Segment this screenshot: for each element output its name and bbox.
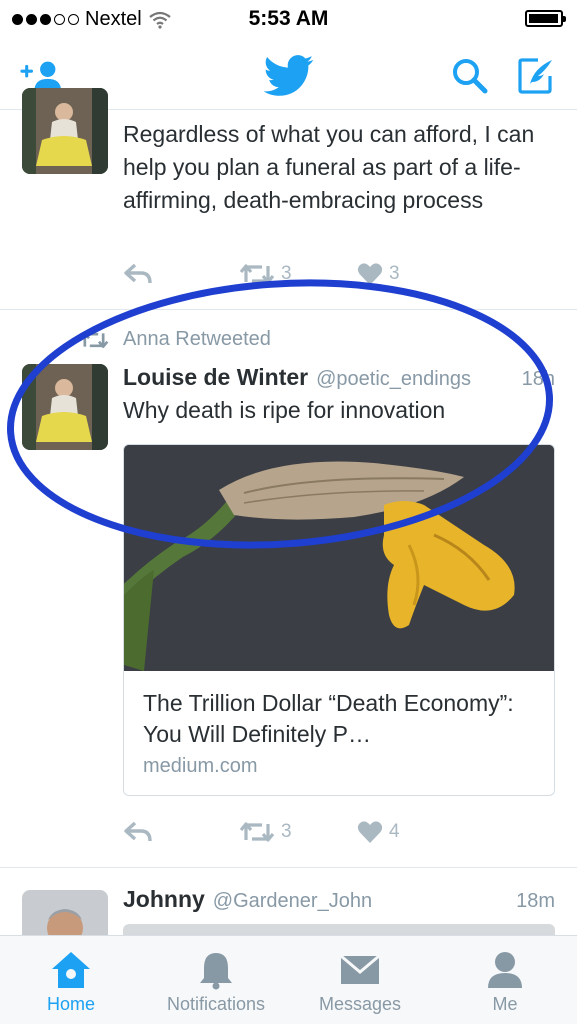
- reply-icon: [124, 263, 152, 284]
- reply-button[interactable]: [123, 821, 239, 843]
- tweet-item[interactable]: Johnny @Gardener_John 18m: [0, 868, 577, 935]
- like-button[interactable]: 4: [357, 820, 400, 844]
- compose-tweet-button[interactable]: [514, 54, 558, 98]
- battery-icon: [525, 10, 566, 27]
- clock: 5:53 AM: [248, 7, 329, 30]
- retweet-icon: [239, 822, 275, 842]
- avatar-photo: [22, 364, 108, 450]
- tweet-header: Louise de Winter @poetic_endings 18h: [123, 364, 555, 391]
- author-handle[interactable]: @poetic_endings: [316, 368, 471, 391]
- heart-icon: [357, 263, 383, 285]
- tweet-actions: 3 3: [123, 262, 400, 286]
- tab-label: Notifications: [166, 994, 266, 1014]
- tweet-item[interactable]: Regardless of what you can afford, I can…: [0, 88, 577, 310]
- tweet-actions: 3 4: [123, 820, 400, 844]
- heart-icon: [357, 821, 383, 843]
- link-card[interactable]: The Trillion Dollar “Death Economy”: You…: [123, 444, 555, 796]
- retweet-button[interactable]: 3: [239, 262, 357, 286]
- tweet-time: 18m: [516, 890, 555, 912]
- search-icon: [453, 59, 488, 94]
- like-count: 3: [389, 263, 400, 284]
- tweet-text: Regardless of what you can afford, I can…: [123, 121, 535, 213]
- retweet-count: 3: [281, 821, 292, 842]
- author-handle[interactable]: @Gardener_John: [213, 890, 372, 913]
- avatar[interactable]: [22, 364, 108, 450]
- avatar[interactable]: [22, 890, 108, 935]
- avatar[interactable]: [22, 88, 108, 174]
- tab-home[interactable]: Home: [1, 936, 141, 1024]
- twitter-bird-icon: [264, 55, 314, 96]
- reply-icon: [124, 821, 152, 842]
- bell-icon: [200, 953, 232, 990]
- tab-label: Messages: [318, 994, 402, 1014]
- card-domain: medium.com: [143, 755, 258, 777]
- retweet-icon: [239, 264, 275, 284]
- envelope-icon: [340, 954, 380, 984]
- tab-label: Me: [492, 994, 518, 1014]
- card-title: The Trillion Dollar “Death Economy”: You…: [143, 690, 514, 747]
- tweet-time: 18h: [521, 368, 555, 390]
- twitter-logo[interactable]: [262, 54, 316, 98]
- tab-notifications[interactable]: Notifications: [146, 936, 286, 1024]
- tab-messages[interactable]: Messages: [290, 936, 430, 1024]
- retweeted-by: Anna Retweeted: [123, 328, 271, 350]
- avatar-photo: [22, 88, 108, 174]
- tab-label: Home: [46, 994, 95, 1014]
- home-icon: [52, 952, 90, 988]
- tweet-header: Johnny @Gardener_John 18m: [123, 886, 555, 913]
- retweet-count: 3: [281, 263, 292, 284]
- card-image: [124, 445, 554, 671]
- bottom-tab-bar: Home Notifications Messages Me: [0, 935, 577, 1024]
- like-button[interactable]: 3: [357, 262, 400, 286]
- status-bar: Nextel 5:53 AM: [0, 0, 577, 38]
- reply-button[interactable]: [123, 263, 239, 285]
- retweet-small-icon: [79, 331, 109, 348]
- person-icon: [488, 952, 522, 988]
- search-button[interactable]: [448, 54, 492, 98]
- retweet-button[interactable]: 3: [239, 820, 357, 844]
- author-name[interactable]: Louise de Winter: [123, 364, 308, 391]
- tweet-media-preview: [123, 924, 555, 935]
- tab-me[interactable]: Me: [435, 936, 575, 1024]
- compose-icon: [518, 58, 552, 94]
- like-count: 4: [389, 821, 400, 842]
- tweet-text: Why death is ripe for innovation: [123, 397, 446, 423]
- avatar-photo: [22, 890, 108, 935]
- author-name[interactable]: Johnny: [123, 886, 205, 913]
- retweet-context: Anna Retweeted: [79, 328, 271, 351]
